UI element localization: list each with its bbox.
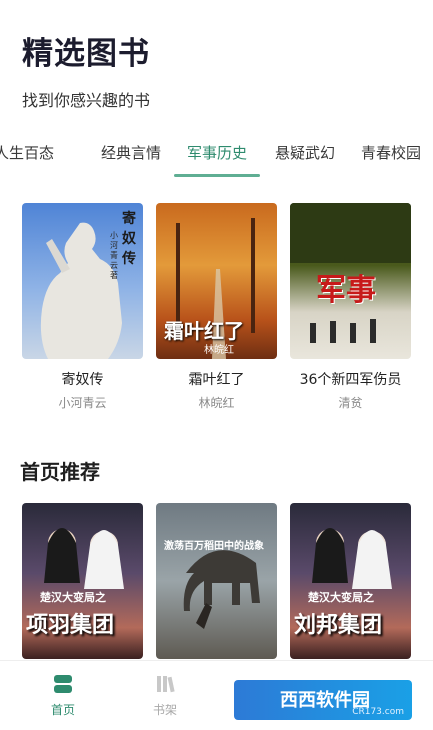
book-title: 36个新四军伤员 — [299, 372, 402, 388]
cover-series-text: 楚汉大变局之 — [308, 591, 374, 604]
page: 精选图书 找到你感兴趣的书 人生百态 经典言情 军事历史 悬疑武幻 青春校园 寄… — [0, 0, 433, 730]
watermark-sub: CR173.com — [352, 707, 404, 717]
nav-home[interactable]: 首页 — [33, 673, 93, 718]
home-icon — [54, 675, 72, 693]
page-title: 精选图书 — [22, 36, 150, 72]
nav-bookshelf[interactable]: 书架 — [135, 673, 195, 718]
tab-mystery[interactable]: 悬疑武幻 — [275, 142, 335, 163]
book-title: 霜叶红了 — [188, 372, 245, 388]
book-title: 寄奴传 — [61, 372, 104, 388]
book-card[interactable]: 楚汉大变局之 项羽集团 — [22, 503, 143, 659]
tab-romance[interactable]: 经典言情 — [101, 142, 161, 163]
nav-home-label: 首页 — [50, 703, 75, 717]
tab-life[interactable]: 人生百态 — [0, 142, 54, 163]
book-cover[interactable]: 霜叶红了 林皖红 — [156, 203, 277, 359]
section-title-recommend: 首页推荐 — [20, 460, 100, 484]
cover-series-text: 楚汉大变局之 — [40, 591, 106, 604]
book-card[interactable]: 寄奴传 小河青云 著 寄奴传 小河青云 — [22, 203, 143, 411]
cover-author-text: 小河青云 著 — [110, 231, 118, 280]
book-card[interactable]: 霜叶红了 林皖红 霜叶红了 林皖红 — [156, 203, 277, 411]
tab-youth[interactable]: 青春校园 — [361, 142, 421, 163]
book-author: 林皖红 — [198, 396, 235, 410]
nav-bookshelf-label: 书架 — [152, 703, 177, 717]
book-cover[interactable]: 军事 — [290, 203, 411, 359]
book-card[interactable]: 楚汉大变局之 刘邦集团 — [290, 503, 411, 659]
book-card[interactable]: 激荡百万稻田中的战象 — [156, 503, 277, 659]
book-author: 小河青云 — [58, 396, 107, 410]
cover-title-text: 激荡百万稻田中的战象 — [164, 541, 264, 552]
cover-title-text: 刘邦集团 — [294, 613, 383, 638]
cover-title-text: 霜叶红了 — [164, 319, 244, 343]
category-tabs: 人生百态 经典言情 军事历史 悬疑武幻 青春校园 — [0, 130, 433, 180]
book-cover[interactable]: 激荡百万稻田中的战象 — [156, 503, 277, 659]
book-author: 清贫 — [338, 396, 363, 410]
book-card[interactable]: 军事 36个新四军伤员 清贫 — [290, 203, 411, 411]
page-subtitle: 找到你感兴趣的书 — [22, 91, 151, 110]
elephant-illustration — [183, 550, 260, 629]
cover-author-text: 林皖红 — [204, 345, 234, 356]
bookshelf-icon — [157, 676, 175, 693]
cover-title-text: 项羽集团 — [26, 613, 115, 638]
tab-military-history[interactable]: 军事历史 — [187, 142, 247, 163]
book-cover[interactable]: 楚汉大变局之 项羽集团 — [22, 503, 143, 659]
watermark-logo: 西西软件园 CR173.com — [234, 680, 412, 720]
book-cover[interactable]: 寄奴传 小河青云 著 — [22, 203, 143, 359]
cover-title-text: 寄奴传 — [122, 211, 136, 267]
book-cover[interactable]: 楚汉大变局之 刘邦集团 — [290, 503, 411, 659]
active-tab-indicator — [174, 174, 260, 177]
cover-title-text: 军事 — [316, 273, 376, 308]
